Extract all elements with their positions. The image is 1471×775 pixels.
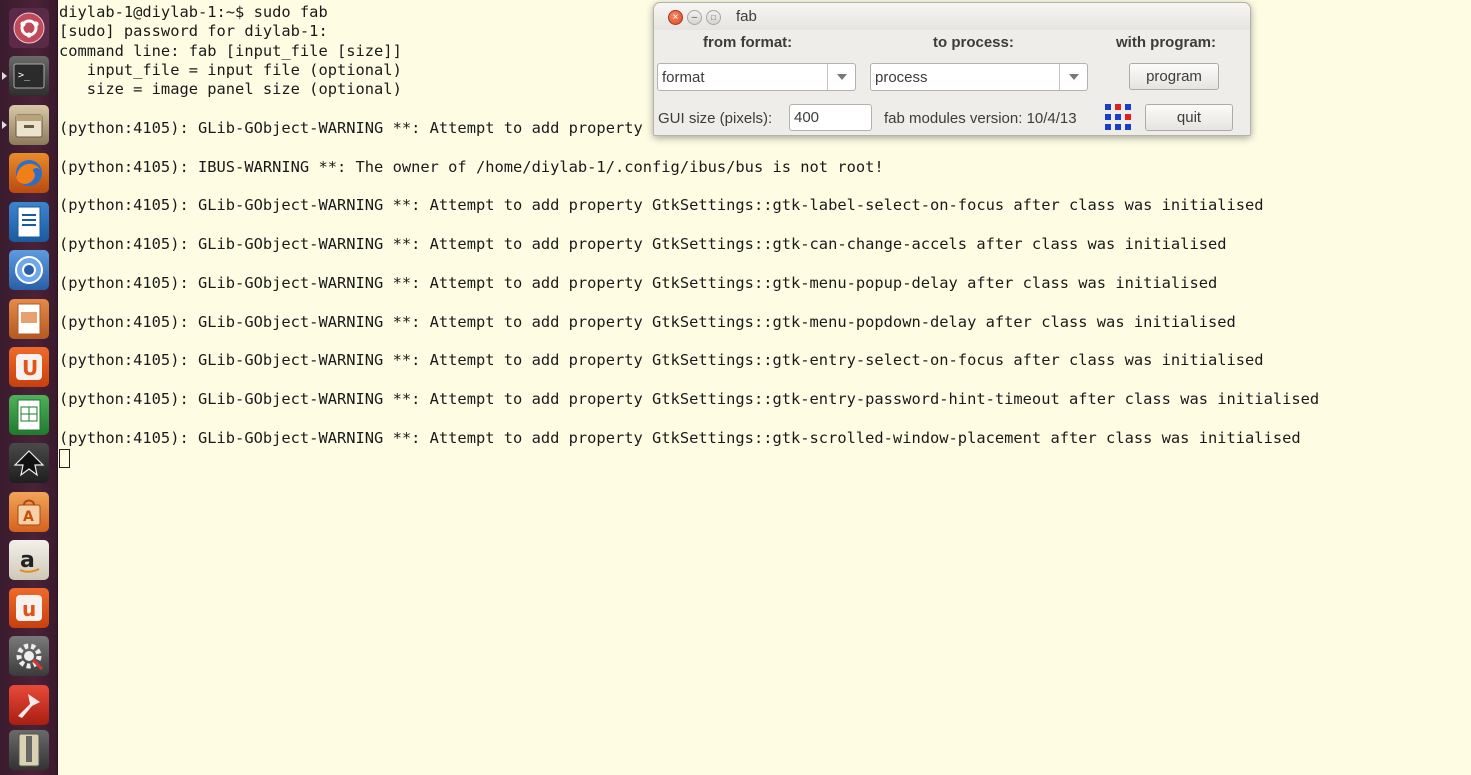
terminal-icon[interactable]: >_ [9, 56, 49, 96]
process-select-value: process [875, 69, 928, 86]
minimize-button[interactable]: – [687, 10, 702, 25]
gui-size-input[interactable] [789, 104, 872, 131]
with-program-label: with program: [1116, 34, 1216, 51]
terminal-line: (python:4105): GLib-GObject-WARNING **: … [59, 273, 1218, 292]
text-cursor [59, 448, 70, 468]
fab-titlebar[interactable]: × – □ fab [654, 3, 1250, 30]
archive-icon[interactable] [9, 730, 49, 770]
maximize-button[interactable]: □ [706, 10, 721, 25]
terminal-line: (python:4105): GLib-GObject-WARNING **: … [59, 351, 1264, 370]
gui-size-label: GUI size (pixels): [658, 110, 773, 127]
ubuntu-one-icon[interactable]: U [9, 347, 49, 387]
terminal-line: (python:4105): GLib-GObject-WARNING **: … [59, 389, 1320, 408]
svg-text:a: a [20, 548, 35, 573]
terminal-line: (python:4105): GLib-GObject-WARNING **: … [59, 428, 1301, 447]
process-select[interactable]: process [870, 63, 1088, 91]
files-icon[interactable] [9, 105, 49, 145]
close-icon: × [672, 12, 679, 23]
terminal-line: (python:4105): GLib-GObject-WARNING **: … [59, 235, 1227, 254]
terminal-cursor-line [59, 448, 1469, 468]
amazon-icon[interactable]: a [9, 540, 49, 580]
maximize-icon: □ [711, 13, 716, 22]
to-process-label: to process: [933, 34, 1014, 51]
software-center-icon[interactable]: A [9, 492, 49, 532]
tool-icon[interactable] [9, 685, 49, 725]
chevron-down-icon[interactable] [1059, 64, 1087, 90]
format-select[interactable]: format [657, 63, 856, 91]
impress-icon[interactable] [9, 299, 49, 339]
dash-icon[interactable] [9, 8, 49, 48]
calc-icon[interactable] [9, 395, 49, 435]
svg-text:U: U [22, 356, 38, 380]
terminal-line: (python:4105): IBUS-WARNING **: The owne… [59, 157, 884, 176]
window-title: fab [736, 8, 757, 25]
ubuntu-one-music-icon[interactable]: u [9, 588, 49, 628]
chromium-icon[interactable] [9, 250, 49, 290]
svg-text:u: u [22, 597, 36, 621]
chevron-down-icon[interactable] [827, 64, 855, 90]
firefox-icon[interactable] [9, 153, 49, 193]
version-label: fab modules version: 10/4/13 [884, 110, 1077, 127]
terminal-line: (python:4105): GLib-GObject-WARNING **: … [59, 312, 1236, 331]
from-format-label: from format: [703, 34, 793, 51]
program-button[interactable]: program [1129, 63, 1219, 90]
svg-text:>_: >_ [18, 70, 31, 81]
fab-logo-icon [1105, 104, 1132, 136]
minimize-icon: – [691, 12, 698, 23]
launcher: >_ U A a u [0, 0, 58, 775]
terminal-line: (python:4105): GLib-GObject-WARNING **: … [59, 196, 1264, 215]
format-select-value: format [662, 69, 705, 86]
inkscape-icon[interactable] [9, 443, 49, 483]
writer-icon[interactable] [9, 202, 49, 242]
fab-dialog: × – □ fab from format: to process: with … [653, 2, 1251, 136]
close-button[interactable]: × [668, 10, 683, 25]
svg-text:A: A [23, 509, 34, 525]
quit-button[interactable]: quit [1145, 104, 1233, 131]
system-settings-icon[interactable] [9, 636, 49, 676]
